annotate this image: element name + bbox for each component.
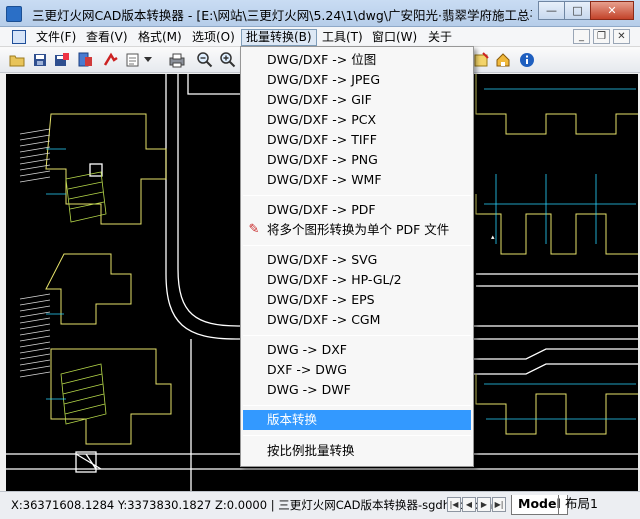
last-tab-icon[interactable]: ▶|	[492, 497, 506, 512]
menu-item-to-hpgl2[interactable]: DWG/DXF -> HP-GL/2	[243, 270, 471, 290]
window-controls: — □ ✕	[538, 1, 634, 20]
document-icon[interactable]	[12, 30, 26, 44]
zoom-in-icon[interactable]	[219, 51, 237, 69]
close-button[interactable]: ✕	[590, 1, 634, 20]
info-icon[interactable]	[518, 51, 536, 69]
dropdown-arrow-icon[interactable]	[143, 51, 153, 69]
menu-item-to-wmf[interactable]: DWG/DXF -> WMF	[243, 170, 471, 190]
menu-item-version-convert[interactable]: 版本转换	[243, 410, 471, 430]
menu-item-to-bitmap[interactable]: DWG/DXF -> 位图	[243, 50, 471, 70]
menu-view[interactable]: 查看(V)	[82, 29, 132, 46]
menu-tools[interactable]: 工具(T)	[318, 29, 367, 46]
save-icon[interactable]	[31, 51, 49, 69]
menu-item-to-svg[interactable]: DWG/DXF -> SVG	[243, 250, 471, 270]
mdi-restore-button[interactable]: ❐	[593, 29, 610, 44]
menu-item-scale-batch-convert[interactable]: 按比例批量转换	[243, 441, 471, 461]
menu-item-to-tiff[interactable]: DWG/DXF -> TIFF	[243, 130, 471, 150]
menu-item-to-jpeg[interactable]: DWG/DXF -> JPEG	[243, 70, 471, 90]
menu-format[interactable]: 格式(M)	[134, 29, 186, 46]
pdf-tool-icon[interactable]	[102, 51, 120, 69]
menu-window[interactable]: 窗口(W)	[368, 29, 421, 46]
menu-item-to-eps[interactable]: DWG/DXF -> EPS	[243, 290, 471, 310]
home-icon[interactable]	[494, 51, 512, 69]
first-tab-icon[interactable]: |◀	[447, 497, 461, 512]
convert-icon[interactable]	[76, 51, 94, 69]
menu-separator	[243, 245, 471, 246]
menu-separator	[243, 335, 471, 336]
menu-item-dwg-to-dwf[interactable]: DWG -> DWF	[243, 380, 471, 400]
menu-item-to-pcx[interactable]: DWG/DXF -> PCX	[243, 110, 471, 130]
batch-convert-dropdown: DWG/DXF -> 位图 DWG/DXF -> JPEG DWG/DXF ->…	[240, 46, 474, 467]
menu-item-multi-to-single-pdf[interactable]: ✎ 将多个图形转换为单个 PDF 文件	[243, 220, 471, 240]
maximize-button[interactable]: □	[564, 1, 591, 20]
menu-file[interactable]: 文件(F)	[32, 29, 80, 46]
menu-separator	[243, 435, 471, 436]
tab-layout1[interactable]: 布局1	[558, 495, 604, 515]
menu-item-dwg-to-dxf[interactable]: DWG -> DXF	[243, 340, 471, 360]
window-title: 三更灯火网CAD版本转换器 - [E:\网站\三更灯火网\5.24\1\dwg\…	[32, 8, 532, 23]
pdf-icon: ✎	[248, 222, 260, 237]
layout-nav: |◀ ◀ ▶ ▶|	[447, 497, 507, 512]
menu-separator	[243, 195, 471, 196]
menu-item-to-png[interactable]: DWG/DXF -> PNG	[243, 150, 471, 170]
minimize-button[interactable]: —	[538, 1, 565, 20]
prev-tab-icon[interactable]: ◀	[462, 497, 476, 512]
title-bar: 三更灯火网CAD版本转换器 - [E:\网站\三更灯火网\5.24\1\dwg\…	[0, 0, 640, 27]
menu-item-label: 将多个图形转换为单个 PDF 文件	[267, 222, 450, 237]
status-bar: X:36371608.1284 Y:3373830.1827 Z:0.0000 …	[0, 491, 640, 519]
coordinates-readout: X:36371608.1284 Y:3373830.1827 Z:0.0000	[11, 498, 268, 512]
menu-separator	[243, 405, 471, 406]
page-icon[interactable]	[124, 51, 142, 69]
zoom-out-icon[interactable]	[196, 51, 214, 69]
mdi-controls: _ ❐ ✕	[573, 29, 630, 44]
menu-options[interactable]: 选项(O)	[188, 29, 239, 46]
print-icon[interactable]	[168, 51, 186, 69]
menu-item-dxf-to-dwg[interactable]: DXF -> DWG	[243, 360, 471, 380]
mdi-minimize-button[interactable]: _	[573, 29, 590, 44]
svg-text:▴: ▴	[491, 233, 495, 241]
menu-item-to-cgm[interactable]: DWG/DXF -> CGM	[243, 310, 471, 330]
next-tab-icon[interactable]: ▶	[477, 497, 491, 512]
open-icon[interactable]	[8, 51, 26, 69]
app-icon	[6, 6, 22, 22]
menu-about[interactable]: 关于	[424, 29, 456, 46]
menu-item-to-gif[interactable]: DWG/DXF -> GIF	[243, 90, 471, 110]
mdi-close-button[interactable]: ✕	[613, 29, 630, 44]
menu-batch-convert[interactable]: 批量转换(B)	[241, 29, 317, 46]
bookmark-icon[interactable]	[473, 51, 491, 69]
menu-bar: 文件(F) 查看(V) 格式(M) 选项(O) 批量转换(B) 工具(T) 窗口…	[0, 27, 640, 47]
menu-item-to-pdf[interactable]: DWG/DXF -> PDF	[243, 200, 471, 220]
status-text: X:36371608.1284 Y:3373830.1827 Z:0.0000 …	[11, 497, 492, 513]
save-as-icon[interactable]	[53, 51, 71, 69]
